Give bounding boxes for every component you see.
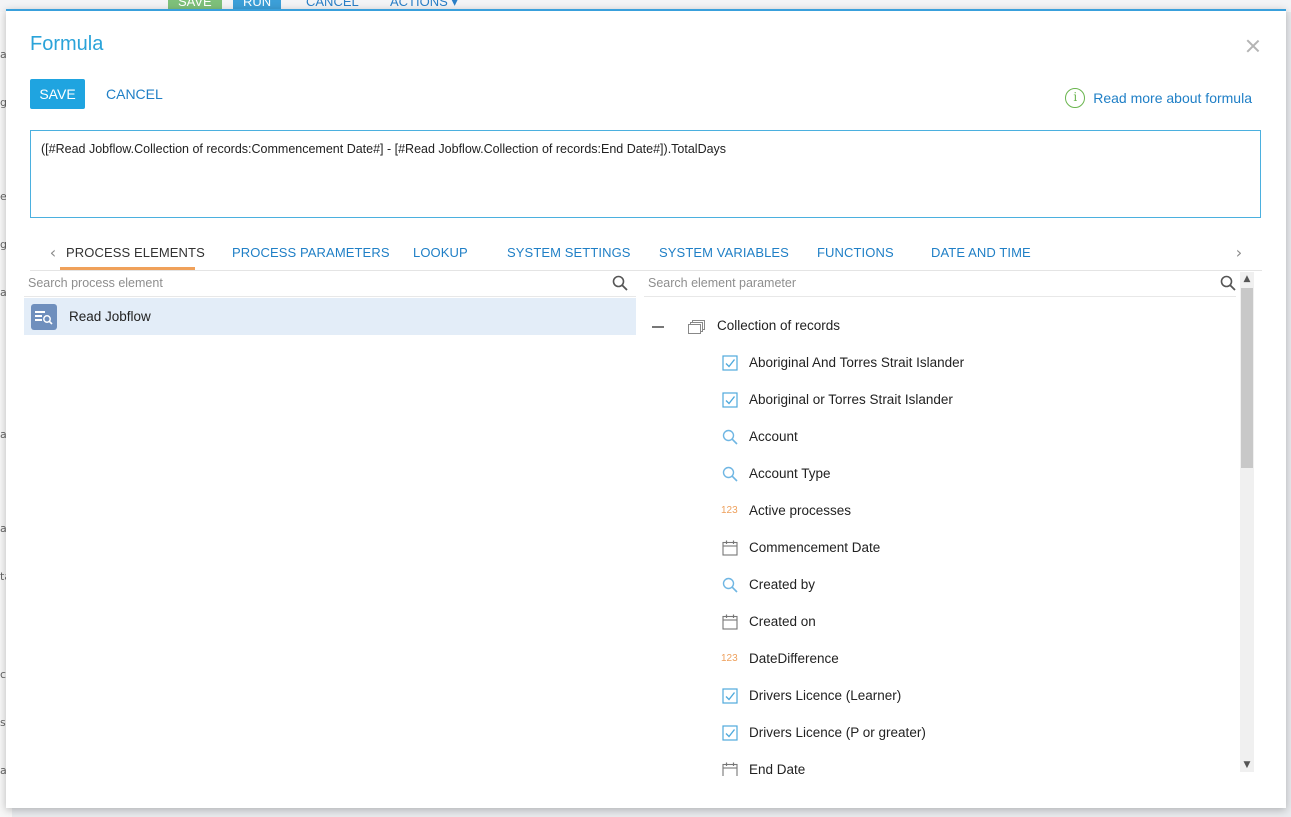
tab-system-variables[interactable]: SYSTEM VARIABLES: [659, 245, 789, 260]
save-button[interactable]: SAVE: [30, 79, 85, 109]
list-item-read-jobflow[interactable]: Read Jobflow: [24, 298, 636, 335]
parameter-label: DateDifference: [749, 651, 839, 666]
lookup-icon: [722, 577, 738, 593]
parameter-row[interactable]: 123 Active processes: [644, 493, 1234, 530]
calendar-icon: [722, 614, 738, 630]
number-icon: 123: [721, 505, 738, 516]
checkbox-icon: [722, 355, 738, 371]
parameter-row[interactable]: Created on: [644, 604, 1234, 641]
process-element-search: [24, 271, 636, 297]
tab-process-elements[interactable]: PROCESS ELEMENTS: [66, 245, 205, 260]
tab-scroll-left-icon[interactable]: ‹: [44, 244, 62, 262]
close-icon[interactable]: [1246, 39, 1260, 53]
parameter-row[interactable]: Drivers Licence (Learner): [644, 678, 1234, 715]
lookup-icon: [722, 466, 738, 482]
lookup-icon: [722, 429, 738, 445]
parameter-tree: Collection of records Aboriginal And Tor…: [644, 298, 1240, 776]
parameter-label: Commencement Date: [749, 540, 881, 555]
checkbox-icon: [722, 392, 738, 408]
checkbox-icon: [722, 725, 738, 741]
tab-lookup[interactable]: LOOKUP: [413, 245, 468, 260]
calendar-icon: [722, 762, 738, 776]
parameter-row[interactable]: Commencement Date: [644, 530, 1234, 567]
active-tab-indicator: [60, 267, 195, 270]
parameter-label: Drivers Licence (Learner): [749, 688, 902, 703]
tab-functions[interactable]: FUNCTIONS: [817, 245, 894, 260]
tab-process-parameters[interactable]: PROCESS PARAMETERS: [232, 245, 390, 260]
tree-node-collection[interactable]: Collection of records: [644, 308, 1234, 345]
parameter-row[interactable]: Account: [644, 419, 1234, 456]
element-parameter-search: [644, 271, 1236, 297]
parameter-row[interactable]: Aboriginal And Torres Strait Islander: [644, 345, 1234, 382]
parameter-row[interactable]: Account Type: [644, 456, 1234, 493]
parameter-label: Active processes: [749, 503, 852, 518]
collapse-icon[interactable]: [652, 326, 664, 328]
parameter-row[interactable]: 123 DateDifference: [644, 641, 1234, 678]
search-icon[interactable]: [1220, 275, 1236, 291]
scroll-up-icon[interactable]: ▲: [1240, 272, 1254, 286]
calendar-icon: [722, 540, 738, 556]
parameter-label: Aboriginal or Torres Strait Islander: [749, 392, 953, 407]
process-element-search-input[interactable]: [28, 274, 588, 292]
tree-node-label: Collection of records: [717, 318, 841, 333]
parameter-label: Account: [749, 429, 798, 444]
parameter-label: Account Type: [749, 466, 831, 481]
dialog-title: Formula: [30, 33, 104, 55]
scroll-down-icon[interactable]: ▼: [1240, 758, 1254, 772]
parameter-label: Aboriginal And Torres Strait Islander: [749, 355, 965, 370]
list-item-label: Read Jobflow: [69, 309, 151, 324]
parameter-row[interactable]: Aboriginal or Torres Strait Islander: [644, 382, 1234, 419]
info-icon: i: [1065, 88, 1086, 108]
tab-bar: ‹ PROCESS ELEMENTS PROCESS PARAMETERS LO…: [30, 240, 1262, 271]
tab-scroll-right-icon[interactable]: ›: [1230, 244, 1248, 262]
tab-date-and-time[interactable]: DATE AND TIME: [931, 245, 1031, 260]
parameter-label: Created on: [749, 614, 816, 629]
search-icon[interactable]: [612, 275, 628, 291]
parameter-label: Created by: [749, 577, 816, 592]
read-more-label: Read more about formula: [1093, 90, 1252, 106]
parameter-row[interactable]: Drivers Licence (P or greater): [644, 715, 1234, 752]
checkbox-icon: [722, 688, 738, 704]
parameter-scrollbar[interactable]: ▲ ▼: [1240, 272, 1254, 772]
number-icon: 123: [721, 653, 738, 664]
read-data-icon: [31, 303, 57, 330]
parameter-row[interactable]: Created by: [644, 567, 1234, 604]
collection-icon: [688, 320, 705, 334]
parameter-label: End Date: [749, 762, 806, 776]
tab-system-settings[interactable]: SYSTEM SETTINGS: [507, 245, 631, 260]
element-parameter-search-input[interactable]: [648, 274, 1208, 292]
parameter-label: Drivers Licence (P or greater): [749, 725, 926, 740]
cancel-button[interactable]: CANCEL: [106, 79, 163, 109]
scroll-thumb[interactable]: [1241, 288, 1253, 468]
formula-editor[interactable]: ([#Read Jobflow.Collection of records:Co…: [30, 130, 1261, 218]
read-more-link[interactable]: i Read more about formula: [1065, 88, 1252, 108]
parameter-row[interactable]: End Date: [644, 752, 1234, 776]
